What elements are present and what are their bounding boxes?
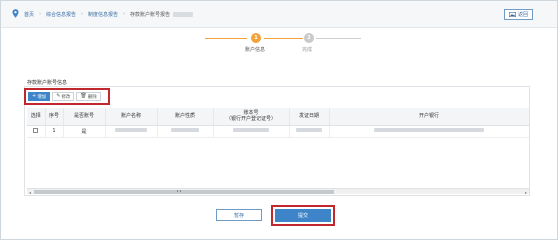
table-header-row: 选择 序号 是否账号 账户名称 账户性质 账本号 （银行开户登记证号） 发证日期…: [27, 108, 529, 126]
toolbar-highlight-box: [24, 88, 110, 105]
breadcrumb-separator: ›: [123, 11, 126, 17]
scrollbar-grip: [177, 190, 181, 192]
table-row[interactable]: 1 是: [27, 125, 529, 138]
row-bank: [329, 125, 529, 138]
header-is-main: 是否账号: [63, 108, 106, 126]
step-2-label: 完成: [302, 47, 313, 53]
row-checkbox-cell: [27, 125, 46, 138]
image-icon: [508, 12, 516, 17]
step-connector: [316, 38, 361, 39]
step-1-indicator: 1: [251, 33, 261, 43]
breadcrumb: 首页 › 综合信息报告 › 制度信息报告 › 存款账户账号报告: [24, 9, 194, 19]
scroll-right-icon[interactable]: ▸: [523, 189, 529, 195]
redacted-text: [171, 128, 199, 132]
breadcrumb-comprehensive-report[interactable]: 综合信息报告: [46, 11, 76, 18]
row-checkbox[interactable]: [33, 127, 39, 133]
progress-steps: 1 2 账户信息 完成: [0, 28, 558, 58]
row-issue-date: [289, 125, 330, 138]
breadcrumb-current: 存款账户账号报告: [130, 11, 171, 18]
row-account-nature: [157, 125, 214, 138]
breadcrumb-system-report[interactable]: 制度信息报告: [88, 11, 118, 18]
row-account-no: [213, 125, 290, 138]
redacted-text: [233, 128, 269, 132]
header-account-no: 账本号 （银行开户登记证号）: [213, 108, 290, 126]
scroll-left-icon[interactable]: ◂: [27, 189, 33, 195]
breadcrumb-bar: 首页 › 综合信息报告 › 制度信息报告 › 存款账户账号报告 返回: [1, 1, 557, 28]
breadcrumb-home[interactable]: 首页: [24, 11, 34, 18]
redacted-text: [173, 11, 194, 17]
breadcrumb-separator: ›: [39, 11, 42, 17]
save-draft-button[interactable]: 暂存: [216, 209, 262, 221]
redacted-text: [296, 128, 322, 132]
location-pin-icon: [12, 9, 19, 18]
back-button[interactable]: 返回: [504, 9, 533, 20]
back-button-label: 返回: [517, 12, 528, 18]
header-select: 选择: [27, 108, 46, 126]
row-is-main: 是: [63, 125, 106, 138]
horizontal-scrollbar[interactable]: ◂ ▸: [27, 188, 529, 195]
header-issue-date: 发证日期: [289, 108, 330, 126]
redacted-text: [374, 128, 484, 132]
submit-highlight-box: [271, 205, 335, 226]
row-seq: 1: [45, 125, 64, 138]
account-table: 选择 序号 是否账号 账户名称 账户性质 账本号 （银行开户登记证号） 发证日期…: [27, 108, 529, 188]
header-account-no-line2: （银行开户登记证号）: [225, 116, 276, 123]
step-1-label: 账户信息: [245, 47, 266, 53]
header-seq: 序号: [45, 108, 64, 126]
section-title: 存款账户账号信息: [27, 80, 68, 86]
breadcrumb-separator: ›: [81, 11, 84, 17]
scrollbar-thumb[interactable]: [34, 190, 334, 194]
step-connector: [205, 38, 247, 39]
redacted-text: [115, 128, 147, 132]
step-2-indicator: 2: [304, 33, 314, 43]
header-account-name: 账户名称: [105, 108, 158, 126]
header-bank: 开户银行: [329, 108, 529, 126]
header-account-nature: 账户性质: [157, 108, 214, 126]
step-connector: [264, 38, 303, 39]
row-account-name: [105, 125, 158, 138]
